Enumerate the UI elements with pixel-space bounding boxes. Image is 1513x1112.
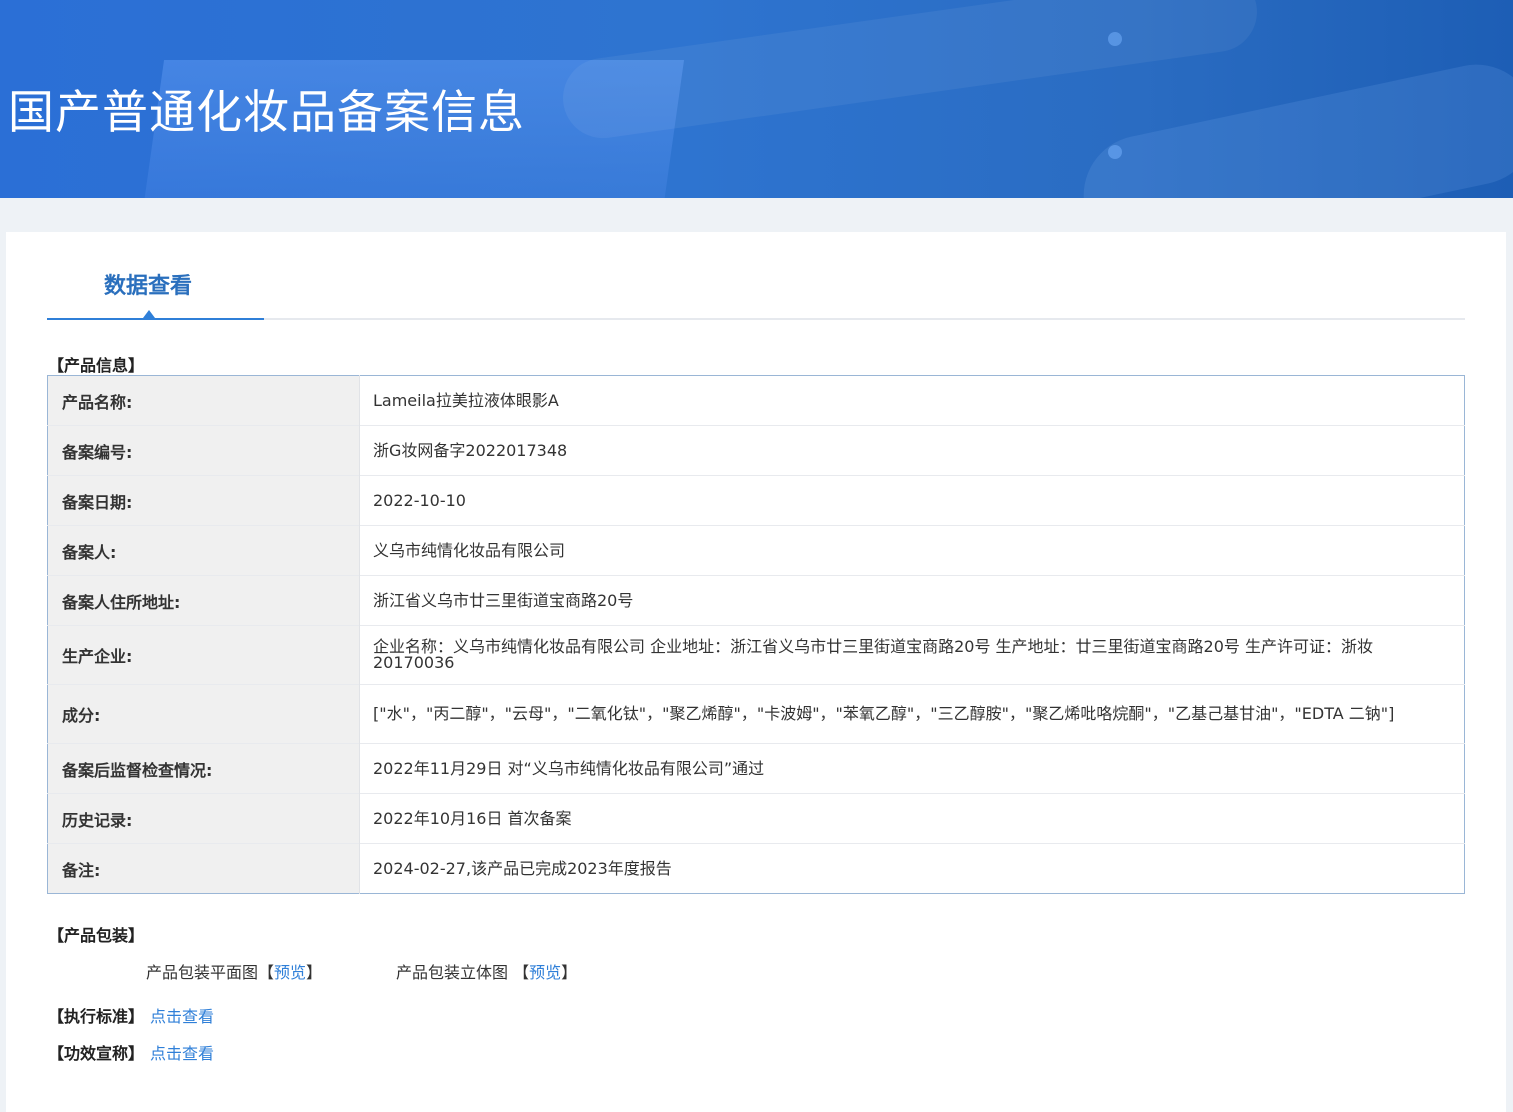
table-row: 备案日期: 2022-10-10 bbox=[47, 475, 1465, 526]
product-info-heading: 【产品信息】 bbox=[48, 356, 145, 375]
table-row: 备案人: 义乌市纯情化妆品有限公司 bbox=[47, 525, 1465, 576]
efficacy-line: 【功效宣称】 点击查看 bbox=[48, 1040, 214, 1064]
tab-data-view[interactable]: 数据查看 bbox=[47, 232, 264, 320]
row-value: ["水"，"丙二醇"，"云母"，"二氧化钛"，"聚乙烯醇"，"卡波姆"，"苯氧乙… bbox=[359, 684, 1465, 744]
packaging-flat-label: 产品包装平面图【 bbox=[146, 963, 275, 982]
row-label: 成分: bbox=[47, 684, 360, 744]
efficacy-view-link[interactable]: 点击查看 bbox=[150, 1044, 214, 1063]
row-label: 备案后监督检查情况: bbox=[47, 743, 360, 794]
packaging-flat-item: 产品包装平面图【预览】 bbox=[146, 959, 322, 983]
table-row: 成分: ["水"，"丙二醇"，"云母"，"二氧化钛"，"聚乙烯醇"，"卡波姆"，… bbox=[47, 684, 1465, 744]
row-label: 历史记录: bbox=[47, 793, 360, 844]
table-row: 备案编号: 浙G妆网备字2022017348 bbox=[47, 425, 1465, 476]
row-value: 2022-10-10 bbox=[359, 475, 1465, 526]
content-card: 数据查看 【产品信息】 产品名称: Lameila拉美拉液体眼影A 备案编号: … bbox=[6, 232, 1506, 1112]
table-row: 历史记录: 2022年10月16日 首次备案 bbox=[47, 793, 1465, 844]
packaging-flat-preview-link[interactable]: 预览 bbox=[274, 963, 306, 982]
row-label: 生产企业: bbox=[47, 625, 360, 685]
banner-dot bbox=[1108, 145, 1122, 159]
row-value: Lameila拉美拉液体眼影A bbox=[373, 390, 559, 410]
product-info-table: 产品名称: Lameila拉美拉液体眼影A 备案编号: 浙G妆网备字202201… bbox=[47, 375, 1465, 894]
row-value: 浙江省义乌市廿三里街道宝商路20号 bbox=[359, 575, 1465, 626]
row-value: 义乌市纯情化妆品有限公司 bbox=[359, 525, 1465, 576]
packaging-heading: 【产品包装】 bbox=[48, 926, 145, 945]
standard-label: 【执行标准】 bbox=[48, 1007, 145, 1026]
efficacy-label: 【功效宣称】 bbox=[48, 1044, 145, 1063]
packaging-solid-label: 产品包装立体图 【 bbox=[396, 963, 530, 982]
row-value: 2024-02-27,该产品已完成2023年度报告 bbox=[359, 843, 1465, 894]
standard-view-link[interactable]: 点击查看 bbox=[150, 1007, 214, 1026]
row-value: 2022年11月29日 对“义乌市纯情化妆品有限公司”通过 bbox=[359, 743, 1465, 794]
row-value: 企业名称：义乌市纯情化妆品有限公司 企业地址：浙江省义乌市廿三里街道宝商路20号… bbox=[359, 625, 1465, 685]
row-label: 备注: bbox=[47, 843, 360, 894]
row-value: 2022年10月16日 首次备案 bbox=[359, 793, 1465, 844]
page-title: 国产普通化妆品备案信息 bbox=[8, 85, 525, 139]
bracket-close: 】 bbox=[561, 963, 578, 982]
table-row: 备案后监督检查情况: 2022年11月29日 对“义乌市纯情化妆品有限公司”通过 bbox=[47, 743, 1465, 794]
row-label: 产品名称: bbox=[47, 375, 360, 426]
table-row: 生产企业: 企业名称：义乌市纯情化妆品有限公司 企业地址：浙江省义乌市廿三里街道… bbox=[47, 625, 1465, 685]
header-banner: 国产普通化妆品备案信息 bbox=[0, 0, 1513, 198]
banner-decoration bbox=[1072, 53, 1513, 198]
row-value: 浙G妆网备字2022017348 bbox=[359, 425, 1465, 476]
bracket-close: 】 bbox=[306, 963, 323, 982]
packaging-solid-preview-link[interactable]: 预览 bbox=[529, 963, 561, 982]
tab-indicator-arrow bbox=[143, 310, 155, 318]
row-label: 备案人住所地址: bbox=[47, 575, 360, 626]
table-row: 产品名称: Lameila拉美拉液体眼影A bbox=[47, 375, 1465, 426]
row-label: 备案人: bbox=[47, 525, 360, 576]
tab-label: 数据查看 bbox=[104, 274, 193, 299]
banner-dot bbox=[1108, 32, 1122, 46]
standard-line: 【执行标准】 点击查看 bbox=[48, 1003, 214, 1027]
packaging-solid-item: 产品包装立体图 【预览】 bbox=[396, 959, 577, 983]
tab-bar: 数据查看 bbox=[47, 232, 1465, 320]
row-label: 备案日期: bbox=[47, 475, 360, 526]
table-row: 备案人住所地址: 浙江省义乌市廿三里街道宝商路20号 bbox=[47, 575, 1465, 626]
row-label: 备案编号: bbox=[47, 425, 360, 476]
table-row: 备注: 2024-02-27,该产品已完成2023年度报告 bbox=[47, 843, 1465, 894]
banner-decoration bbox=[557, 0, 1263, 144]
